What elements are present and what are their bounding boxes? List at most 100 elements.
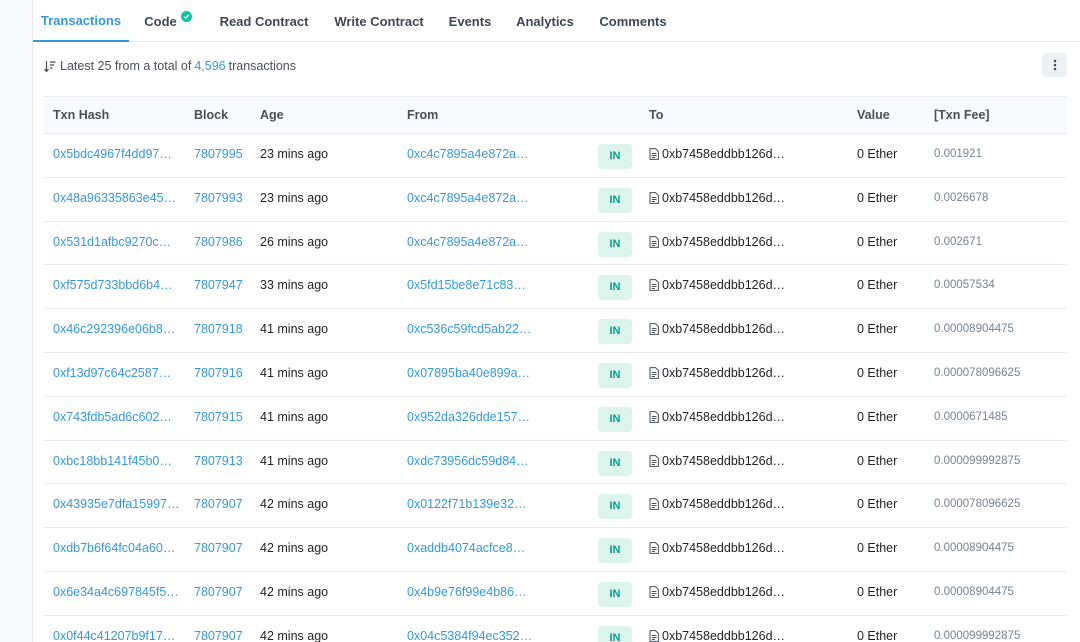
txn-hash-link[interactable]: 0x48a96335863e45… — [53, 191, 176, 205]
transactions-summary: Latest 25 from a total of 4,596 transact… — [44, 58, 296, 74]
tab-read-contract[interactable]: Read Contract — [218, 0, 310, 42]
block-link[interactable]: 7807915 — [194, 410, 243, 424]
txn-hash-link[interactable]: 0xdb7b6f64fc04a60… — [53, 541, 175, 555]
value-text: 0 Ether — [857, 365, 898, 380]
txn-hash-link[interactable]: 0x43935e7dfa15997… — [53, 497, 180, 511]
age-text: 23 mins ago — [260, 147, 329, 161]
column-value: Value — [857, 108, 890, 122]
txn-hash-link[interactable]: 0x5bdc4967f4dd97… — [53, 147, 172, 161]
value-text: 0 Ether — [857, 234, 898, 249]
block-link[interactable]: 7807913 — [194, 454, 243, 468]
contract-icon — [649, 498, 659, 511]
direction-badge: IN — [598, 187, 632, 213]
tab-label: Analytics — [516, 13, 574, 29]
txn-hash-link[interactable]: 0xf13d97c64c2587… — [53, 366, 171, 380]
table-row: 0xf13d97c64c2587… 7807916 41 mins ago 0x078… — [44, 353, 1067, 397]
from-address-link[interactable]: 0xc4c7895a4e872a… — [407, 191, 529, 205]
block-link[interactable]: 7807907 — [194, 541, 243, 555]
tab-label: Events — [448, 13, 492, 29]
from-address-link[interactable]: 0xc4c7895a4e872a… — [407, 235, 529, 249]
block-link[interactable]: 7807947 — [194, 278, 243, 292]
column-age: Age — [260, 108, 284, 122]
txn-hash-link[interactable]: 0x531d1afbc9270c… — [53, 235, 171, 249]
value-text: 0 Ether — [857, 190, 898, 205]
transaction-count-link[interactable]: 4,596 — [194, 59, 225, 73]
from-address-link[interactable]: 0x4b9e76f99e4b86… — [407, 585, 527, 599]
contract-icon — [649, 410, 659, 423]
txn-hash-link[interactable]: 0xf575d733bbd6b4… — [53, 278, 173, 292]
block-link[interactable]: 7807993 — [194, 191, 243, 205]
transactions-card: Transactions Code Read Contract Write Co… — [32, 0, 1080, 642]
tab-analytics[interactable]: Analytics — [514, 0, 576, 42]
block-link[interactable]: 7807986 — [194, 235, 243, 249]
from-address-link[interactable]: 0xc4c7895a4e872a… — [407, 147, 529, 161]
from-address-link[interactable]: 0xc536c59fcd5ab22… — [407, 322, 531, 336]
contract-icon — [649, 323, 659, 336]
table-row: 0xdb7b6f64fc04a60… 7807907 42 mins ago 0xad… — [44, 528, 1067, 572]
table-header: Txn Hash Block Age From To Value [Txn Fe… — [44, 96, 1067, 134]
contract-icon — [649, 191, 659, 204]
to-address-text: 0xb7458eddbb126d… — [662, 147, 786, 161]
block-link[interactable]: 7807907 — [194, 629, 243, 642]
from-address-link[interactable]: 0x04c5384f94ec352… — [407, 629, 532, 642]
value-text: 0 Ether — [857, 278, 898, 293]
txn-hash-link[interactable]: 0xbc18bb141f45b0… — [53, 454, 172, 468]
value-text: 0 Ether — [857, 322, 898, 337]
direction-badge: IN — [598, 275, 632, 301]
age-text: 42 mins ago — [260, 628, 329, 642]
direction-badge: IN — [598, 319, 632, 345]
to-address-text: 0xb7458eddbb126d… — [662, 322, 786, 337]
txn-hash-link[interactable]: 0x6e34a4c697845f5… — [53, 585, 179, 599]
tab-comments[interactable]: Comments — [597, 0, 669, 42]
to-address: 0xb7458eddbb126d… — [649, 191, 785, 205]
contract-icon — [649, 586, 659, 598]
block-link[interactable]: 7807907 — [194, 497, 243, 511]
table-row: 0x743fdb5ad6c602… 7807915 41 mins ago 0x952… — [44, 397, 1067, 441]
txn-hash-link[interactable]: 0x0f44c41207b9f17… — [53, 629, 175, 642]
from-address-link[interactable]: 0x952da326dde157… — [407, 410, 530, 424]
to-address: 0xb7458eddbb126d… — [649, 629, 785, 642]
tab-write-contract[interactable]: Write Contract — [331, 0, 427, 42]
direction-badge: IN — [598, 144, 632, 169]
direction-badge: IN — [598, 362, 632, 388]
to-address: 0xb7458eddbb126d… — [649, 454, 785, 468]
age-text: 41 mins ago — [260, 409, 329, 424]
txn-fee-text: 0.001921 — [934, 148, 982, 160]
value-text: 0 Ether — [857, 147, 898, 161]
table-row: 0xbc18bb141f45b0… 7807913 41 mins ago 0xdc7… — [44, 441, 1067, 485]
block-link[interactable]: 7807907 — [194, 585, 243, 599]
block-link[interactable]: 7807916 — [194, 366, 243, 380]
to-address: 0xb7458eddbb126d… — [649, 366, 785, 380]
value-text: 0 Ether — [857, 409, 898, 424]
from-address-link[interactable]: 0x07895ba40e899a… — [407, 366, 530, 380]
direction-badge: IN — [598, 538, 632, 564]
block-link[interactable]: 7807918 — [194, 322, 243, 336]
column-block: Block — [194, 108, 229, 122]
direction-badge: IN — [598, 406, 632, 432]
tab-label: Write Contract — [334, 13, 424, 29]
more-options-button[interactable] — [1042, 53, 1067, 77]
from-address-link[interactable]: 0x0122f71b139e32… — [407, 497, 527, 511]
table-row: 0x5bdc4967f4dd97… 7807995 23 mins ago 0xc4c… — [44, 134, 1067, 178]
tab-code[interactable]: Code — [140, 0, 196, 42]
column-txn-hash: Txn Hash — [53, 108, 110, 122]
direction-badge: IN — [598, 625, 632, 642]
column-txn-fee[interactable]: [Txn Fee] — [934, 97, 990, 134]
from-address-link[interactable]: 0xaddb4074acfce8… — [407, 541, 525, 555]
tab-events[interactable]: Events — [445, 0, 495, 42]
from-address-link[interactable]: 0x5fd15be8e71c83… — [407, 278, 526, 292]
block-link[interactable]: 7807995 — [194, 147, 243, 161]
table-row: 0xf575d733bbd6b4… 7807947 33 mins ago 0x5fd… — [44, 265, 1067, 310]
contract-icon — [649, 148, 659, 160]
table-row: 0x6e34a4c697845f5… 7807907 42 mins ago 0x4b… — [44, 572, 1067, 616]
to-address: 0xb7458eddbb126d… — [649, 585, 785, 599]
txn-hash-link[interactable]: 0x46c292396e06b8… — [53, 322, 175, 336]
contract-icon — [649, 235, 659, 248]
to-address-text: 0xb7458eddbb126d… — [662, 541, 786, 556]
from-address-link[interactable]: 0xdc73956dc59d84… — [407, 454, 529, 468]
txn-hash-link[interactable]: 0x743fdb5ad6c602… — [53, 410, 172, 424]
sort-desc-icon[interactable] — [44, 60, 56, 73]
to-address: 0xb7458eddbb126d… — [649, 410, 785, 424]
tab-transactions[interactable]: Transactions — [33, 0, 129, 42]
age-text: 41 mins ago — [260, 322, 329, 337]
